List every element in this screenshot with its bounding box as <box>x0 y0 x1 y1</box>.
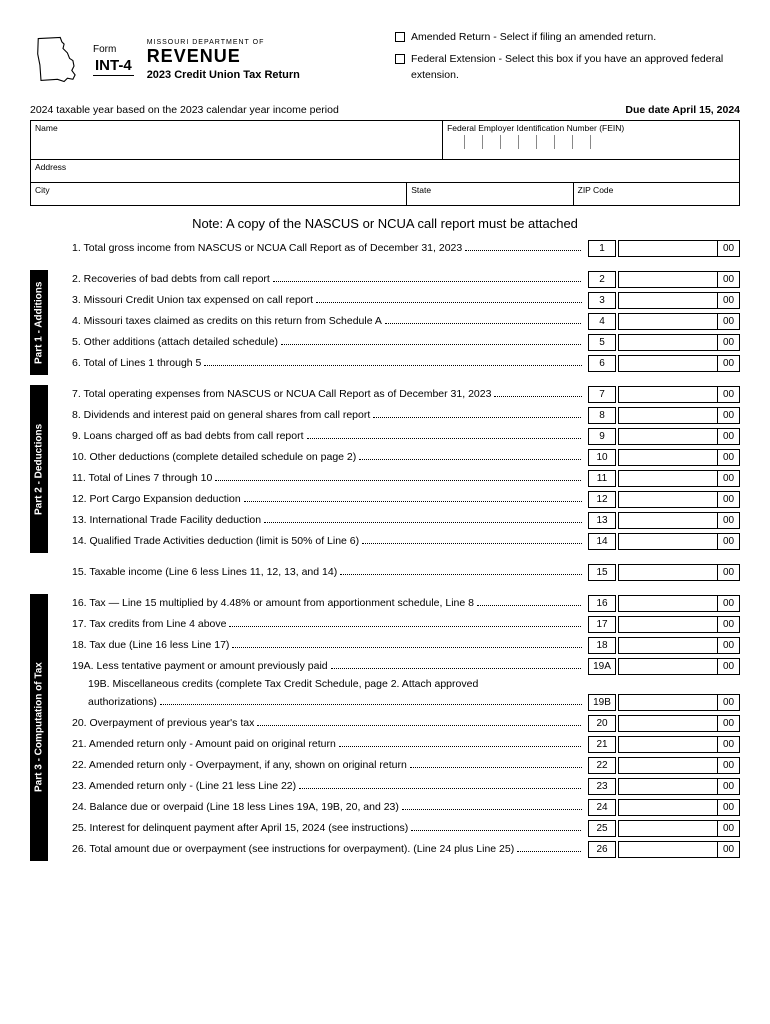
part-2: Part 2 - Deductions 7. Total operating e… <box>30 385 740 553</box>
val-14[interactable] <box>618 533 718 550</box>
line-12: 12. Port Cargo Expansion deduction1200 <box>54 490 740 508</box>
identity-block: Name Federal Employer Identification Num… <box>30 120 740 206</box>
line-3: 3. Missouri Credit Union tax expensed on… <box>54 291 740 309</box>
val-20[interactable] <box>618 715 718 732</box>
val-8[interactable] <box>618 407 718 424</box>
line-24: 24. Balance due or overpaid (Line 18 les… <box>54 798 740 816</box>
section-line15: 15. Taxable income (Line 6 less Lines 11… <box>30 563 740 584</box>
val-18[interactable] <box>618 637 718 654</box>
line-16: 16. Tax — Line 15 multiplied by 4.48% or… <box>54 594 740 612</box>
amended-return-option: Amended Return - Select if filing an ame… <box>395 30 740 46</box>
line-10: 10. Other deductions (complete detailed … <box>54 448 740 466</box>
val-10[interactable] <box>618 449 718 466</box>
line-25: 25. Interest for delinquent payment afte… <box>54 819 740 837</box>
line-5: 5. Other additions (attach detailed sche… <box>54 333 740 351</box>
due-date: Due date April 15, 2024 <box>625 104 740 116</box>
dept-label: MISSOURI DEPARTMENT OF <box>147 39 300 46</box>
state-field[interactable]: State <box>407 183 573 205</box>
val-25[interactable] <box>618 820 718 837</box>
header-left: Form INT-4 MISSOURI DEPARTMENT OF REVENU… <box>30 30 375 89</box>
val-19B[interactable] <box>618 694 718 711</box>
val-9[interactable] <box>618 428 718 445</box>
val-22[interactable] <box>618 757 718 774</box>
line-13: 13. International Trade Facility deducti… <box>54 511 740 529</box>
val-6[interactable] <box>618 355 718 372</box>
line-7: 7. Total operating expenses from NASCUS … <box>54 385 740 403</box>
meta-row: 2024 taxable year based on the 2023 cale… <box>30 104 740 116</box>
line-19B-text1: 19B. Miscellaneous credits (complete Tax… <box>54 678 740 690</box>
val-4[interactable] <box>618 313 718 330</box>
tab-part2: Part 2 - Deductions <box>30 385 48 553</box>
revenue-label: REVENUE <box>147 46 300 67</box>
line-1: 1. Total gross income from NASCUS or NCU… <box>54 239 740 257</box>
val-5[interactable] <box>618 334 718 351</box>
line-20: 20. Overpayment of previous year's tax20… <box>54 714 740 732</box>
val-16[interactable] <box>618 595 718 612</box>
fein-field[interactable]: Federal Employer Identification Number (… <box>443 121 739 159</box>
line-21: 21. Amended return only - Amount paid on… <box>54 735 740 753</box>
val-17[interactable] <box>618 616 718 633</box>
fein-boxes <box>447 135 735 149</box>
tab-part3: Part 3 - Computation of Tax <box>30 594 48 861</box>
form-word: Form <box>93 44 116 55</box>
val-12[interactable] <box>618 491 718 508</box>
missouri-outline-icon <box>30 32 85 87</box>
amended-label: Amended Return - Select if filing an ame… <box>411 30 656 46</box>
section-line1: 1. Total gross income from NASCUS or NCU… <box>30 239 740 260</box>
part-3: Part 3 - Computation of Tax 16. Tax — Li… <box>30 594 740 861</box>
line-9: 9. Loans charged off as bad debts from c… <box>54 427 740 445</box>
val-1[interactable] <box>618 240 718 257</box>
name-field[interactable]: Name <box>31 121 443 159</box>
line-11: 11. Total of Lines 7 through 101100 <box>54 469 740 487</box>
tab-part1: Part 1 - Additions <box>30 270 48 375</box>
year-basis: 2024 taxable year based on the 2023 cale… <box>30 104 339 116</box>
federal-extension-option: Federal Extension - Select this box if y… <box>395 52 740 84</box>
val-2[interactable] <box>618 271 718 288</box>
title-block: MISSOURI DEPARTMENT OF REVENUE 2023 Cred… <box>147 39 300 81</box>
line-4: 4. Missouri taxes claimed as credits on … <box>54 312 740 330</box>
val-13[interactable] <box>618 512 718 529</box>
line-15: 15. Taxable income (Line 6 less Lines 11… <box>54 563 740 581</box>
val-15[interactable] <box>618 564 718 581</box>
val-11[interactable] <box>618 470 718 487</box>
val-23[interactable] <box>618 778 718 795</box>
address-field[interactable]: Address <box>31 160 739 182</box>
header-right: Amended Return - Select if filing an ame… <box>395 30 740 89</box>
line-14: 14. Qualified Trade Activities deduction… <box>54 532 740 550</box>
line-26: 26. Total amount due or overpayment (see… <box>54 840 740 858</box>
extension-checkbox[interactable] <box>395 54 405 64</box>
line-19A: 19A. Less tentative payment or amount pr… <box>54 657 740 675</box>
line-17: 17. Tax credits from Line 4 above1700 <box>54 615 740 633</box>
attachment-note: Note: A copy of the NASCUS or NCUA call … <box>30 216 740 231</box>
line-22: 22. Amended return only - Overpayment, i… <box>54 756 740 774</box>
line-6: 6. Total of Lines 1 through 5600 <box>54 354 740 372</box>
city-field[interactable]: City <box>31 183 407 205</box>
line-19B: authorizations) 19B00 <box>54 693 740 711</box>
val-26[interactable] <box>618 841 718 858</box>
form-code-block: Form INT-4 <box>93 44 134 76</box>
val-24[interactable] <box>618 799 718 816</box>
num-1: 1 <box>588 240 616 257</box>
val-19A[interactable] <box>618 658 718 675</box>
zip-field[interactable]: ZIP Code <box>574 183 739 205</box>
val-21[interactable] <box>618 736 718 753</box>
part-1: Part 1 - Additions 2. Recoveries of bad … <box>30 270 740 375</box>
line-8: 8. Dividends and interest paid on genera… <box>54 406 740 424</box>
line-2: 2. Recoveries of bad debts from call rep… <box>54 270 740 288</box>
val-3[interactable] <box>618 292 718 309</box>
header: Form INT-4 MISSOURI DEPARTMENT OF REVENU… <box>30 30 740 89</box>
line-18: 18. Tax due (Line 16 less Line 17)1800 <box>54 636 740 654</box>
form-code: INT-4 <box>93 57 134 76</box>
form-title: 2023 Credit Union Tax Return <box>147 69 300 81</box>
extension-label: Federal Extension - Select this box if y… <box>411 52 740 84</box>
amended-checkbox[interactable] <box>395 32 405 42</box>
line-23: 23. Amended return only - (Line 21 less … <box>54 777 740 795</box>
val-7[interactable] <box>618 386 718 403</box>
